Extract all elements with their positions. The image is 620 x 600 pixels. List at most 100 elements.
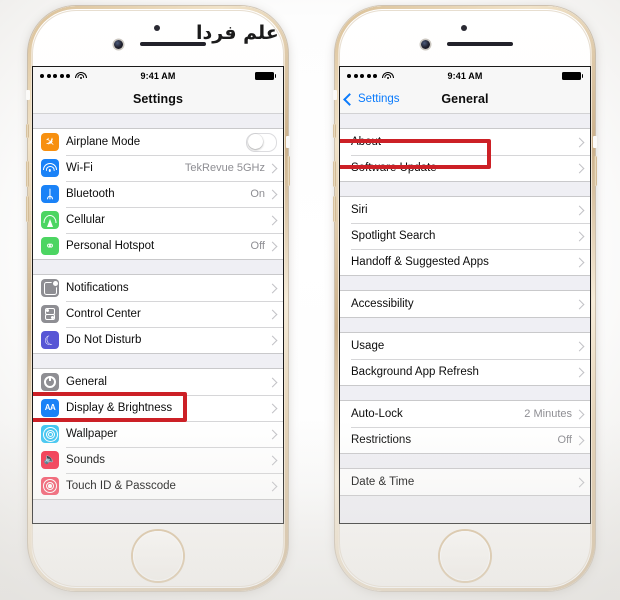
- list-item-label: Usage: [351, 340, 385, 352]
- chevron-right-icon: [267, 309, 278, 319]
- list-item-accessibility[interactable]: Accessibility: [340, 291, 590, 317]
- chevron-right-icon: [267, 403, 278, 413]
- settings-section-connectivity: Airplane Mode Wi-Fi TekRevue 5GHz Blueto: [33, 128, 283, 260]
- general-settings-list[interactable]: About Software Update Siri Spotlight Sea…: [340, 114, 590, 523]
- antenna-band-right-left: [286, 136, 290, 148]
- silent-switch-left[interactable]: [26, 124, 29, 138]
- chevron-right-icon: [574, 409, 585, 419]
- list-item-general[interactable]: General: [33, 369, 283, 395]
- chevron-right-icon: [267, 429, 278, 439]
- list-item-label: Personal Hotspot: [66, 240, 155, 252]
- list-item-handoff-suggested-apps[interactable]: Handoff & Suggested Apps: [340, 249, 590, 275]
- chevron-right-icon: [267, 283, 278, 293]
- list-item-airplane-mode[interactable]: Airplane Mode: [33, 129, 283, 155]
- section-gap: [340, 454, 590, 468]
- power-button-right[interactable]: [594, 156, 597, 186]
- chevron-right-icon: [574, 477, 585, 487]
- general-section-accessibility: Accessibility: [340, 290, 590, 318]
- general-section-datetime: Date & Time: [340, 468, 590, 496]
- settings-list-left[interactable]: Airplane Mode Wi-Fi TekRevue 5GHz Blueto: [33, 114, 283, 523]
- general-gear-icon: [41, 373, 59, 391]
- touch-id-icon: [41, 477, 59, 495]
- page-title-right: General: [441, 92, 489, 106]
- list-item-wallpaper[interactable]: Wallpaper: [33, 421, 283, 447]
- general-section-autolock: Auto-Lock 2 Minutes Restrictions Off: [340, 400, 590, 454]
- list-item-value: 2 Minutes: [524, 408, 572, 420]
- phone-screen-left[interactable]: 9:41 AM Settings Airplane Mode: [32, 66, 284, 524]
- list-item-software-update[interactable]: Software Update: [340, 155, 590, 181]
- list-item-siri[interactable]: Siri: [340, 197, 590, 223]
- volume-button-right[interactable]: [333, 161, 336, 187]
- list-item-restrictions[interactable]: Restrictions Off: [340, 427, 590, 453]
- list-item-display-brightness[interactable]: Display & Brightness: [33, 395, 283, 421]
- control-center-icon: [41, 305, 59, 323]
- list-item-spotlight-search[interactable]: Spotlight Search: [340, 223, 590, 249]
- volume-button-right-2[interactable]: [333, 196, 336, 222]
- proximity-sensor-icon-left: [154, 25, 160, 31]
- settings-section-notifications: Notifications Control Center Do Not Dist…: [33, 274, 283, 354]
- home-button-left[interactable]: [133, 531, 183, 581]
- general-section-about: About Software Update: [340, 128, 590, 182]
- do-not-disturb-icon: [41, 331, 59, 349]
- iphone-device-right: 9:41 AM Settings General About Software …: [333, 6, 597, 591]
- chevron-right-icon: [267, 481, 278, 491]
- chevron-right-icon: [267, 215, 278, 225]
- chevron-right-icon: [574, 341, 585, 351]
- status-bar-clock-left: 9:41 AM: [140, 71, 176, 81]
- back-button-settings[interactable]: Settings: [343, 92, 400, 106]
- airplane-mode-toggle[interactable]: [246, 132, 277, 152]
- list-item-auto-lock[interactable]: Auto-Lock 2 Minutes: [340, 401, 590, 427]
- list-item-label: Spotlight Search: [351, 230, 436, 242]
- antenna-band-right-right: [593, 136, 597, 148]
- list-item-about[interactable]: About: [340, 129, 590, 155]
- chevron-right-icon: [267, 377, 278, 387]
- list-item-background-app-refresh[interactable]: Background App Refresh: [340, 359, 590, 385]
- back-button-label: Settings: [358, 93, 400, 105]
- proximity-sensor-icon-right: [461, 25, 467, 31]
- list-item-label: Wi-Fi: [66, 162, 93, 174]
- list-item-notifications[interactable]: Notifications: [33, 275, 283, 301]
- wallpaper-icon: [41, 425, 59, 443]
- antenna-band-top-right: [333, 90, 337, 100]
- list-item-date-time[interactable]: Date & Time: [340, 469, 590, 495]
- chevron-right-icon: [574, 257, 585, 267]
- sounds-icon: [41, 451, 59, 469]
- list-item-touch-id-passcode[interactable]: Touch ID & Passcode: [33, 473, 283, 499]
- list-item-label: Background App Refresh: [351, 366, 479, 378]
- list-item-control-center[interactable]: Control Center: [33, 301, 283, 327]
- list-item-personal-hotspot[interactable]: ⚭ Personal Hotspot Off: [33, 233, 283, 259]
- list-item-label: Cellular: [66, 214, 105, 226]
- list-item-label: Date & Time: [351, 476, 415, 488]
- bluetooth-icon: [41, 185, 59, 203]
- list-item-sounds[interactable]: Sounds: [33, 447, 283, 473]
- list-item-cellular[interactable]: Cellular: [33, 207, 283, 233]
- status-bar-clock-right: 9:41 AM: [447, 71, 483, 81]
- watermark-text: علم فردا: [196, 22, 279, 44]
- home-button-right[interactable]: [440, 531, 490, 581]
- section-gap: [340, 114, 590, 128]
- section-gap: [33, 260, 283, 274]
- list-item-do-not-disturb[interactable]: Do Not Disturb: [33, 327, 283, 353]
- chevron-right-icon: [574, 435, 585, 445]
- list-item-bluetooth[interactable]: Bluetooth On: [33, 181, 283, 207]
- list-item-wifi[interactable]: Wi-Fi TekRevue 5GHz: [33, 155, 283, 181]
- list-item-label: General: [66, 376, 107, 388]
- chevron-right-icon: [574, 137, 585, 147]
- list-item-label: Handoff & Suggested Apps: [351, 256, 489, 268]
- airplane-icon: [41, 133, 59, 151]
- section-gap: [33, 114, 283, 128]
- earpiece-speaker-right: [447, 42, 513, 46]
- list-item-usage[interactable]: Usage: [340, 333, 590, 359]
- volume-button-left[interactable]: [26, 161, 29, 187]
- list-item-label: Software Update: [351, 162, 437, 174]
- list-item-label: Display & Brightness: [66, 402, 173, 414]
- front-camera-icon-left: [114, 40, 123, 49]
- list-item-label: Siri: [351, 204, 368, 216]
- volume-button-left-2[interactable]: [26, 196, 29, 222]
- phone-screen-right[interactable]: 9:41 AM Settings General About Software …: [339, 66, 591, 524]
- power-button-left[interactable]: [287, 156, 290, 186]
- notifications-icon: [41, 279, 59, 297]
- list-item-label: Control Center: [66, 308, 141, 320]
- silent-switch-right[interactable]: [333, 124, 336, 138]
- wifi-icon: [41, 159, 59, 177]
